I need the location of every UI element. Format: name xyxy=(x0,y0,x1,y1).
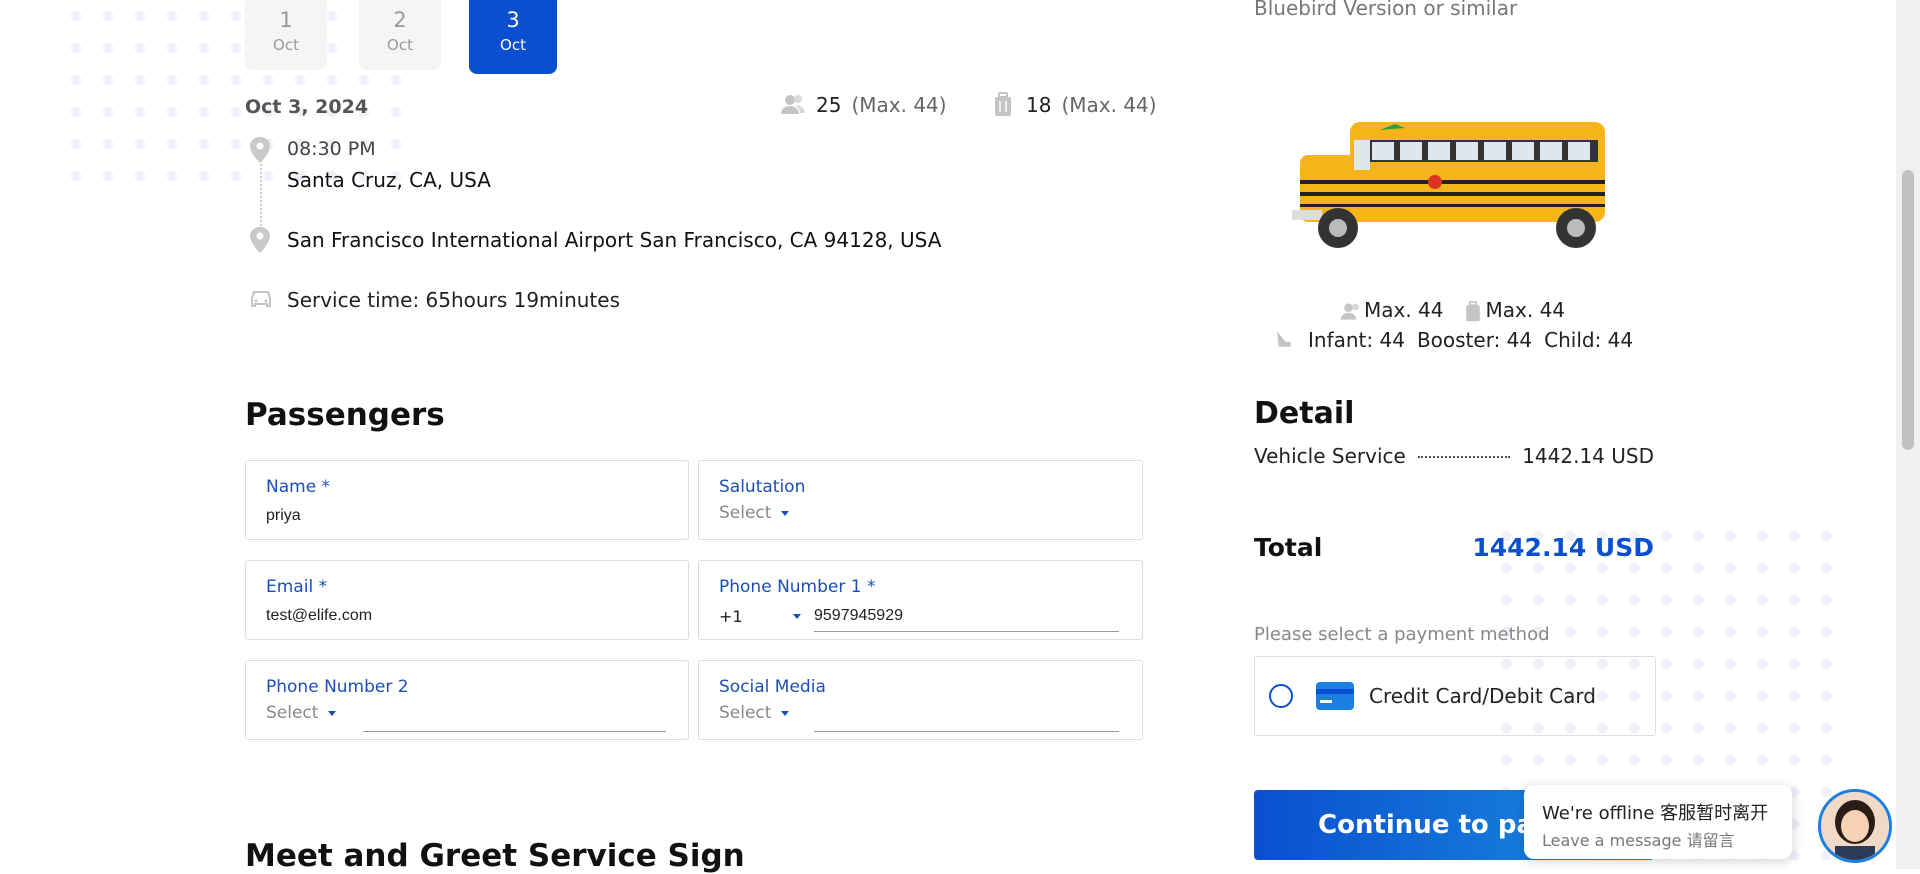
luggage-icon xyxy=(995,92,1011,116)
payment-option-label: Credit Card/Debit Card xyxy=(1369,684,1596,708)
agent-avatar-icon xyxy=(1821,792,1889,860)
social-media-label: Social Media xyxy=(719,677,826,697)
booster-seats: Booster: 44 xyxy=(1416,328,1533,352)
date-tab-1[interactable]: 1 Oct xyxy=(245,0,327,70)
email-label: Email * xyxy=(266,577,328,597)
vehicle-max-luggage-text: Max. 44 xyxy=(1485,298,1566,322)
payment-option-card[interactable]: Credit Card/Debit Card xyxy=(1254,656,1656,736)
total-value: 1442.14 USD xyxy=(1472,533,1654,562)
credit-card-icon xyxy=(1316,682,1354,710)
social-media-input[interactable] xyxy=(814,731,1119,732)
phone2-field[interactable]: Phone Number 2 Select xyxy=(245,660,689,740)
child-seats: Child: 44 xyxy=(1544,328,1634,352)
vehicle-capacity: Max. 44 Max. 44 xyxy=(1340,298,1565,323)
total-label: Total xyxy=(1254,533,1323,562)
salutation-label: Salutation xyxy=(719,477,806,497)
name-label: Name * xyxy=(266,477,331,497)
passenger-count: 25 (Max. 44) xyxy=(780,92,947,118)
date-tab-month: Oct xyxy=(273,36,299,54)
phone2-label: Phone Number 2 xyxy=(266,677,409,697)
vehicle-max-passengers-text: Max. 44 xyxy=(1364,298,1444,322)
social-media-select-value: Select xyxy=(719,703,772,723)
car-icon xyxy=(251,291,271,307)
chat-leave-message: Leave a message 请留言 xyxy=(1542,831,1735,850)
pickup-pin-icon xyxy=(250,137,270,163)
page-scrollbar[interactable] xyxy=(1896,0,1920,869)
vehicle-seats: Infant: 44 Booster: 44 Child: 44 xyxy=(1272,328,1633,352)
dotted-leader xyxy=(1417,456,1511,458)
salutation-field[interactable]: Salutation Select xyxy=(698,460,1143,540)
detail-item-value: 1442.14 USD xyxy=(1522,444,1654,468)
vehicle-subtitle: Bluebird Version or similar xyxy=(1254,0,1518,20)
chevron-down-icon xyxy=(781,510,790,516)
date-tab-day: 2 xyxy=(393,8,407,32)
chevron-down-icon xyxy=(781,710,790,716)
payment-hint: Please select a payment method xyxy=(1254,624,1550,645)
chevron-down-icon xyxy=(328,710,337,716)
date-tab-day: 3 xyxy=(506,8,520,32)
social-media-field[interactable]: Social Media Select xyxy=(698,660,1143,740)
phone2-country-code-select[interactable]: Select xyxy=(266,703,337,723)
vehicle-max-luggage: Max. 44 xyxy=(1462,298,1566,323)
child-seat-icon xyxy=(1277,331,1291,347)
detail-title: Detail xyxy=(1254,396,1355,431)
vehicle-max-passengers: Max. 44 xyxy=(1340,298,1444,323)
route-line xyxy=(260,160,262,230)
passenger-count-value: 25 xyxy=(816,93,842,117)
trip-date: Oct 3, 2024 xyxy=(245,96,369,118)
social-media-select[interactable]: Select xyxy=(719,703,790,723)
salutation-select-value: Select xyxy=(719,503,772,523)
name-field[interactable]: Name * priya xyxy=(245,460,689,540)
passengers-icon xyxy=(781,95,805,114)
name-input[interactable]: priya xyxy=(266,507,301,525)
pickup-time: 08:30 PM xyxy=(287,138,376,160)
chat-status: We're offline 客服暂时离开 xyxy=(1542,803,1769,824)
luggage-count: 18 (Max. 44) xyxy=(990,92,1157,118)
chat-widget-bubble[interactable]: We're offline 客服暂时离开 Leave a message 请留言 xyxy=(1524,785,1792,859)
scrollbar-thumb[interactable] xyxy=(1902,170,1914,450)
luggage-max: (Max. 44) xyxy=(1061,93,1157,117)
date-tab-month: Oct xyxy=(500,36,526,54)
email-input[interactable]: test@elife.com xyxy=(266,607,372,625)
detail-vehicle-service-row: Vehicle Service 1442.14 USD xyxy=(1254,444,1654,468)
phone1-country-code-select[interactable]: +1 xyxy=(719,607,801,626)
date-tab-3[interactable]: 3 Oct xyxy=(469,0,557,74)
date-tab-2[interactable]: 2 Oct xyxy=(359,0,441,70)
dropoff-location: San Francisco International Airport San … xyxy=(287,228,942,252)
salutation-select[interactable]: Select xyxy=(719,503,790,523)
phone2-select-value: Select xyxy=(266,703,319,723)
detail-item-label: Vehicle Service xyxy=(1254,444,1406,468)
total-row: Total 1442.14 USD xyxy=(1254,533,1654,562)
chevron-down-icon xyxy=(792,614,801,619)
passengers-title: Passengers xyxy=(245,397,445,433)
service-time: Service time: 65hours 19minutes xyxy=(287,288,620,312)
chat-agent-avatar[interactable] xyxy=(1818,789,1892,863)
date-tab-month: Oct xyxy=(387,36,413,54)
school-bus-image xyxy=(1292,122,1605,248)
date-tab-day: 1 xyxy=(279,8,293,32)
dropoff-pin-icon xyxy=(250,227,270,253)
phone1-label: Phone Number 1 * xyxy=(719,577,876,597)
luggage-count-value: 18 xyxy=(1026,93,1052,117)
pickup-location: Santa Cruz, CA, USA xyxy=(287,168,491,192)
email-field[interactable]: Email * test@elife.com xyxy=(245,560,689,640)
luggage-icon xyxy=(1465,300,1480,321)
phone1-input[interactable]: 9597945929 xyxy=(814,607,903,625)
phone1-field[interactable]: Phone Number 1 * +1 9597945929 xyxy=(698,560,1143,640)
phone2-input[interactable] xyxy=(363,731,666,732)
phone1-underline xyxy=(814,631,1119,632)
infant-seats: Infant: 44 xyxy=(1308,328,1405,352)
phone1-country-code: +1 xyxy=(719,607,743,626)
passengers-icon xyxy=(1340,303,1359,320)
passenger-max: (Max. 44) xyxy=(851,93,947,117)
payment-radio[interactable] xyxy=(1269,684,1293,708)
